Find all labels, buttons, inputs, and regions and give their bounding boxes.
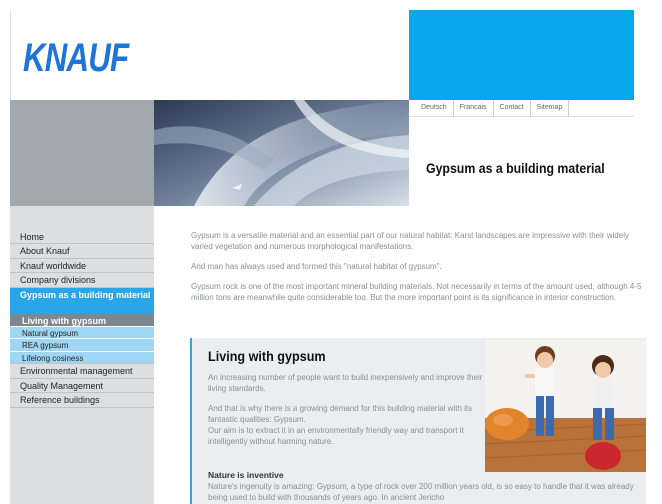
intro-paragraph-2: And man has always used and formed this … bbox=[191, 262, 442, 271]
feature-text: An increasing number of people want to b… bbox=[208, 372, 483, 456]
link-deutsch[interactable]: Deutsch bbox=[409, 100, 454, 117]
sidebar-item-company-divisions[interactable]: Company divisions bbox=[10, 273, 154, 288]
knauf-logo[interactable]: KNAUF bbox=[23, 36, 129, 81]
feature-paragraph-2: And that is why there is a growing deman… bbox=[208, 403, 483, 447]
sidebar-item-home[interactable]: Home bbox=[10, 230, 154, 245]
page-title: Gypsum as a building material bbox=[426, 160, 605, 176]
sidebar-spacer bbox=[10, 206, 154, 230]
hero-image bbox=[154, 100, 409, 206]
feature-paragraph-1: An increasing number of people want to b… bbox=[208, 373, 483, 393]
feature-box: Living with gypsum An increasing number … bbox=[190, 338, 646, 504]
header-blue-bar bbox=[409, 10, 634, 100]
sidebar-item-reference-buildings[interactable]: Reference buildings bbox=[10, 393, 154, 408]
link-sitemap[interactable]: Sitemap bbox=[531, 100, 570, 117]
hero-graphic bbox=[154, 100, 409, 206]
link-francais[interactable]: Francais bbox=[454, 100, 494, 117]
kids-illustration bbox=[485, 340, 646, 472]
sidebar-item-quality-management[interactable]: Quality Management bbox=[10, 379, 154, 394]
sidebar: Home About Knauf Knauf worldwide Company… bbox=[10, 206, 154, 504]
header-grey-block bbox=[10, 100, 154, 206]
main-content: Gypsum is a versatile material and an es… bbox=[191, 230, 647, 312]
feature-subheading: Nature is inventive bbox=[208, 470, 284, 480]
feature-paragraph-2a: And that is why there is a growing deman… bbox=[208, 404, 473, 424]
sidebar-item-rea-gypsum[interactable]: REA gypsum bbox=[10, 339, 154, 352]
sidebar-item-living-with-gypsum[interactable]: Living with gypsum bbox=[10, 313, 154, 327]
sidebar-item-environmental-management[interactable]: Environmental management bbox=[10, 364, 154, 379]
feature-bottom-text: Nature's ingenuity is amazing: Gypsum, a… bbox=[208, 482, 634, 502]
intro-paragraph-1: Gypsum is a versatile material and an es… bbox=[191, 231, 629, 251]
sidebar-item-gypsum[interactable]: Gypsum as a building material bbox=[10, 287, 154, 314]
kids-photo bbox=[485, 340, 646, 472]
link-contact[interactable]: Contact bbox=[494, 100, 531, 117]
sidebar-item-about-knauf[interactable]: About Knauf bbox=[10, 244, 154, 259]
page: KNAUF Deutsch Francais Contact Sitemap G… bbox=[0, 0, 662, 504]
sidebar-item-knauf-worldwide[interactable]: Knauf worldwide bbox=[10, 259, 154, 274]
feature-paragraph-2b: Our aim is to extract it in an environme… bbox=[208, 426, 464, 446]
sidebar-item-natural-gypsum[interactable]: Natural gypsum bbox=[10, 326, 154, 340]
sidebar-item-lifelong-cosiness[interactable]: Lifelong cosiness bbox=[10, 351, 154, 365]
top-links: Deutsch Francais Contact Sitemap bbox=[409, 100, 634, 117]
header-logo-area: KNAUF bbox=[10, 10, 409, 100]
intro-paragraph-3: Gypsum rock is one of the most important… bbox=[191, 282, 642, 302]
feature-heading: Living with gypsum bbox=[208, 348, 326, 364]
